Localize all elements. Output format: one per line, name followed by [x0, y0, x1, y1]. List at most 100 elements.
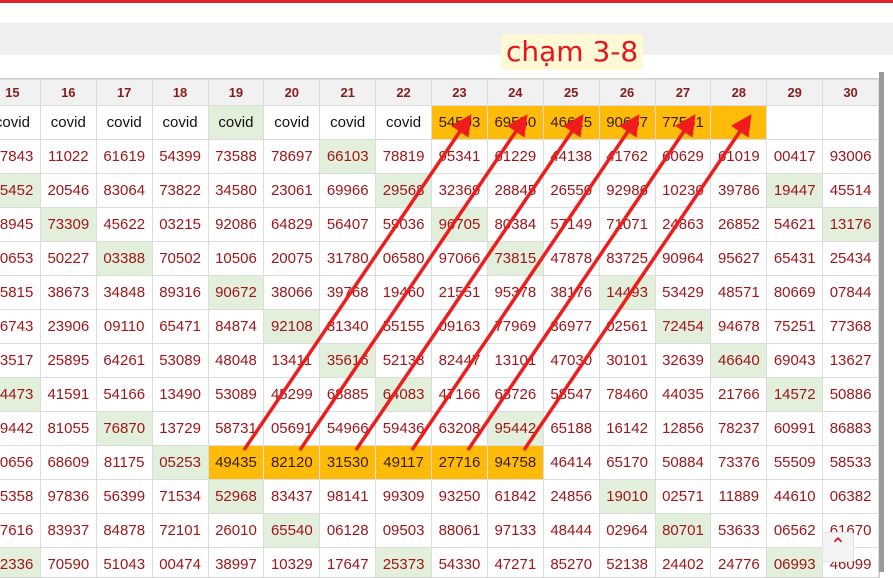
table-row: 4581538673348488931690672380663976819460… — [0, 276, 879, 310]
table-cell: 45622 — [96, 208, 152, 242]
table-cell: 21766 — [711, 378, 767, 412]
table-row: 7065350227033887050210506200753178006580… — [0, 242, 879, 276]
table-cell: 92086 — [208, 208, 264, 242]
table-cell: 02571 — [655, 480, 711, 514]
table-cell: 69550 — [487, 106, 543, 140]
table-cell: 31340 — [320, 310, 376, 344]
table-cell: 95627 — [711, 242, 767, 276]
table-cell: 97133 — [487, 514, 543, 548]
table-cell: 24776 — [711, 548, 767, 578]
table-cell: 48571 — [711, 276, 767, 310]
table-cell: 50227 — [40, 242, 96, 276]
table-cell: 90964 — [655, 242, 711, 276]
column-header: 22 — [376, 80, 432, 106]
table-cell: 12856 — [655, 412, 711, 446]
table-cell: covid — [152, 106, 208, 140]
table-row: 4351725895642615308948048134113561652138… — [0, 344, 879, 378]
column-header: 21 — [320, 80, 376, 106]
table-row: 8944281055768701372958731056915496659436… — [0, 412, 879, 446]
table-cell: 89442 — [0, 412, 40, 446]
table-cell: 78460 — [599, 378, 655, 412]
table-cell: 64261 — [96, 344, 152, 378]
table-cell: 70653 — [0, 242, 40, 276]
table-cell: 77561 — [655, 106, 711, 140]
table-cell: 28845 — [487, 174, 543, 208]
table-cell: 03388 — [96, 242, 152, 276]
table-cell: 30101 — [599, 344, 655, 378]
table-cell: 60991 — [767, 412, 823, 446]
table-cell: 24863 — [655, 208, 711, 242]
table-cell: 16142 — [599, 412, 655, 446]
table-cell: 69043 — [767, 344, 823, 378]
table-cell — [767, 106, 823, 140]
column-header: 18 — [152, 80, 208, 106]
table-cell: 48048 — [208, 344, 264, 378]
table-cell: 83725 — [599, 242, 655, 276]
table-cell — [711, 106, 767, 140]
table-cell: 54966 — [320, 412, 376, 446]
scroll-to-top-button[interactable]: ⌃ — [822, 532, 854, 562]
table-cell: 80669 — [767, 276, 823, 310]
column-header: 17 — [96, 80, 152, 106]
table-cell: 54166 — [96, 378, 152, 412]
table-cell: 64083 — [376, 378, 432, 412]
table-cell: 61842 — [487, 480, 543, 514]
table-cell: 59036 — [376, 208, 432, 242]
toolbar-strip — [0, 23, 893, 55]
table-cell: 06562 — [767, 514, 823, 548]
column-header: 19 — [208, 80, 264, 106]
scrollbar-rail[interactable] — [879, 72, 884, 572]
table-cell: 44473 — [0, 378, 40, 412]
table-cell: 69966 — [320, 174, 376, 208]
table-cell: 89316 — [152, 276, 208, 310]
table-cell: 81175 — [96, 446, 152, 480]
table-cell: covid — [208, 106, 264, 140]
table-cell: 20656 — [0, 446, 40, 480]
table-cell: 66103 — [320, 140, 376, 174]
table-cell: 97836 — [40, 480, 96, 514]
table-cell: 19010 — [599, 480, 655, 514]
column-header: 28 — [711, 80, 767, 106]
table-cell: 07844 — [823, 276, 879, 310]
table-cell: 23061 — [264, 174, 320, 208]
table-cell: 48444 — [543, 514, 599, 548]
table-cell: 39768 — [320, 276, 376, 310]
table-cell: 46625 — [543, 106, 599, 140]
table-cell: 05691 — [264, 412, 320, 446]
results-table: 15161718192021222324252627282930 covidco… — [0, 79, 879, 578]
table-cell: covid — [376, 106, 432, 140]
table-cell: 54330 — [432, 548, 488, 578]
table-cell: 44138 — [543, 140, 599, 174]
column-header: 25 — [543, 80, 599, 106]
table-cell: 27716 — [432, 446, 488, 480]
table-cell: covid — [40, 106, 96, 140]
column-header: 27 — [655, 80, 711, 106]
table-cell: 71534 — [152, 480, 208, 514]
table-cell: 95341 — [432, 140, 488, 174]
table-cell: 00417 — [767, 140, 823, 174]
table-cell: 05253 — [152, 446, 208, 480]
table-cell: 55155 — [376, 310, 432, 344]
chevron-up-icon: ⌃ — [830, 535, 847, 557]
table-cell: 72454 — [655, 310, 711, 344]
table-cell: 09503 — [376, 514, 432, 548]
table-cell: 24402 — [655, 548, 711, 578]
table-cell: 77843 — [0, 140, 40, 174]
table-cell: 93250 — [432, 480, 488, 514]
table-cell: 26550 — [543, 174, 599, 208]
table-cell: 65431 — [767, 242, 823, 276]
top-border-line — [0, 0, 893, 3]
table-cell: 77969 — [487, 310, 543, 344]
table-cell: 13729 — [152, 412, 208, 446]
table-row: 2065668609811750525349435821203153049117… — [0, 446, 879, 480]
table-cell: 47878 — [543, 242, 599, 276]
table-cell: 20075 — [264, 242, 320, 276]
table-cell: 49117 — [376, 446, 432, 480]
table-cell: 24856 — [543, 480, 599, 514]
table-cell: 41591 — [40, 378, 96, 412]
table-cell: 78819 — [376, 140, 432, 174]
table-cell: covid — [0, 106, 40, 140]
column-header: 20 — [264, 80, 320, 106]
table-cell: 93006 — [823, 140, 879, 174]
table-row: 0233670590510430047438997103291764725373… — [0, 548, 879, 578]
